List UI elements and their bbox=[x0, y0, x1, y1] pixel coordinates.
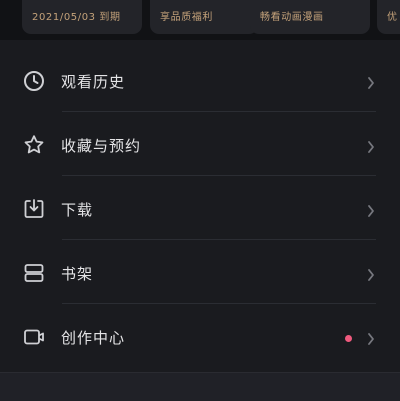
chevron-right-icon bbox=[366, 267, 376, 281]
video-camera-icon bbox=[22, 325, 46, 349]
menu-item-label: 下载 bbox=[61, 201, 94, 219]
menu-item-download[interactable]: 下载 bbox=[0, 176, 400, 240]
extra-card[interactable]: 优 bbox=[377, 0, 400, 34]
vip-cards-strip: 2021/05/03 到期 享品质福利 畅看动画漫画 优 bbox=[0, 0, 400, 40]
menu-item-label: 创作中心 bbox=[61, 329, 126, 347]
benefits-card-subtitle: 享品质福利 bbox=[160, 12, 213, 23]
clock-icon bbox=[22, 69, 46, 93]
anime-comics-card[interactable]: 畅看动画漫画 bbox=[250, 0, 370, 34]
chevron-right-icon bbox=[366, 331, 376, 345]
chevron-right-icon bbox=[366, 203, 376, 217]
chevron-right-icon bbox=[366, 139, 376, 153]
bottom-section-edge bbox=[0, 372, 400, 401]
quality-benefits-card[interactable]: 享品质福利 bbox=[150, 0, 258, 34]
menu-item-watch-history[interactable]: 观看历史 bbox=[0, 48, 400, 112]
notification-dot bbox=[345, 335, 352, 342]
menu-item-bookshelf[interactable]: 书架 bbox=[0, 240, 400, 304]
star-icon bbox=[22, 133, 46, 157]
menu-item-label: 观看历史 bbox=[61, 73, 126, 91]
menu-item-label: 收藏与预约 bbox=[61, 137, 142, 155]
extra-card-subtitle: 优 bbox=[387, 12, 398, 23]
menu-item-favorites[interactable]: 收藏与预约 bbox=[0, 112, 400, 176]
menu-item-creator-center[interactable]: 创作中心 bbox=[0, 304, 400, 368]
anime-card-subtitle: 畅看动画漫画 bbox=[260, 12, 324, 23]
vip-expiry-date: 2021/05/03 到期 bbox=[32, 12, 121, 23]
chevron-right-icon bbox=[366, 75, 376, 89]
menu-item-label: 书架 bbox=[61, 265, 94, 283]
download-icon bbox=[22, 197, 46, 221]
bookshelf-icon bbox=[22, 261, 46, 285]
vip-status-card[interactable]: 2021/05/03 到期 bbox=[22, 0, 142, 34]
